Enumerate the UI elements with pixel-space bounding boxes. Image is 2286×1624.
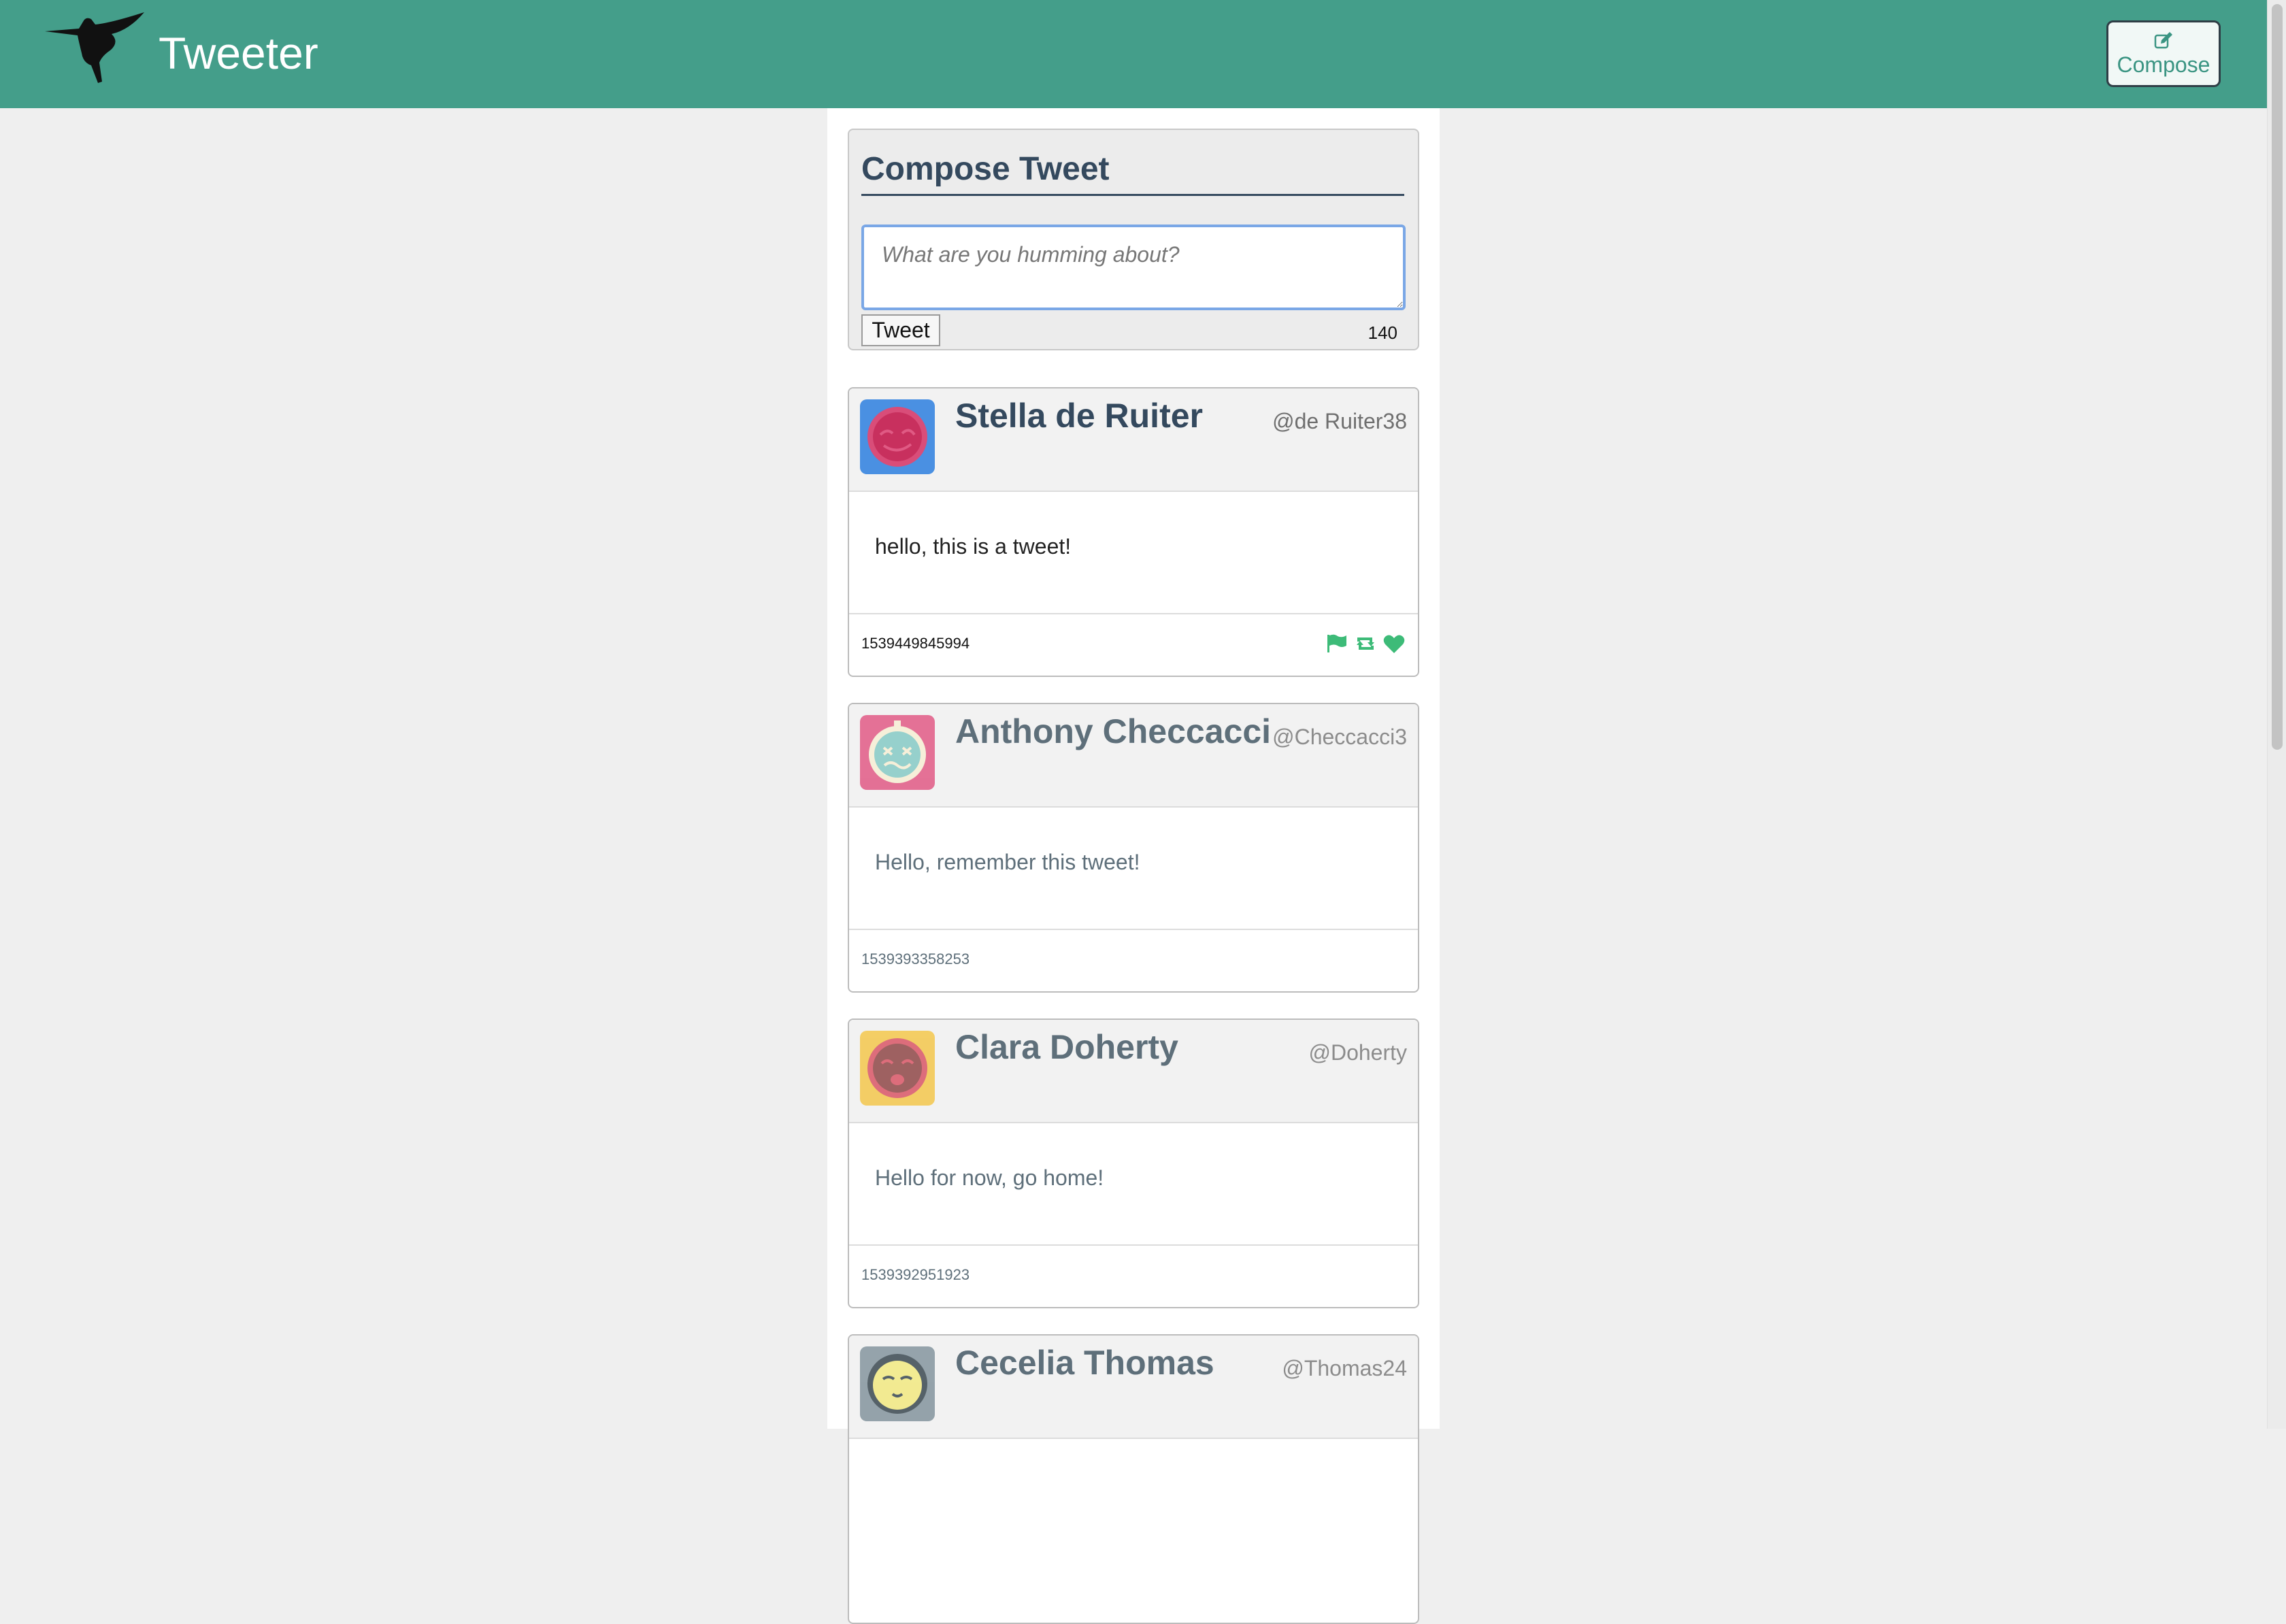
tweet-input[interactable]	[861, 225, 1406, 310]
heart-icon[interactable]	[1382, 632, 1406, 655]
main-container: Compose Tweet Tweet 140 Stella de Ruiter…	[827, 108, 1440, 1624]
tweet-author-name: Stella de Ruiter	[955, 397, 1203, 435]
tweet-author-name: Clara Doherty	[955, 1028, 1178, 1066]
char-counter: 140	[1368, 322, 1397, 343]
tweet-footer: 1539392951923	[849, 1244, 1418, 1307]
tweet-handle: @Doherty	[1308, 1040, 1407, 1065]
avatar	[860, 715, 935, 790]
compose-label: Compose	[2117, 52, 2210, 77]
flag-icon[interactable]	[1325, 632, 1348, 655]
compose-title: Compose Tweet	[861, 150, 1404, 196]
tweet-author-name: Anthony Checcacci	[955, 712, 1272, 750]
tweet-author-name: Cecelia Thomas	[955, 1344, 1214, 1382]
tweet-header: Cecelia Thomas @Thomas24	[849, 1336, 1418, 1439]
tweet-footer: 1539449845994	[849, 613, 1418, 676]
retweet-icon[interactable]	[1354, 632, 1377, 655]
edit-icon	[2154, 32, 2172, 49]
tweet-footer: 1539393358253	[849, 929, 1418, 991]
top-nav: Tweeter Compose	[0, 0, 2267, 108]
tweet-header: Clara Doherty @Doherty	[849, 1020, 1418, 1123]
tweet-header: Anthony Checcacci @Checcacci3	[849, 704, 1418, 808]
avatar	[860, 1031, 935, 1106]
tweet-handle: @de Ruiter38	[1272, 409, 1407, 433]
avatar	[860, 1346, 935, 1421]
tweet-card: Anthony Checcacci @Checcacci3 Hello, rem…	[848, 703, 1419, 993]
tweet-timestamp: 1539449845994	[861, 635, 970, 652]
tweet-handle: @Checcacci3	[1272, 725, 1407, 749]
tweet-card: Clara Doherty @Doherty Hello for now, go…	[848, 1018, 1419, 1308]
tweet-card: Stella de Ruiter @de Ruiter38 hello, thi…	[848, 387, 1419, 677]
tweet-actions	[1325, 632, 1406, 655]
avatar	[860, 399, 935, 474]
tweet-card: Cecelia Thomas @Thomas24	[848, 1334, 1419, 1624]
compose-button[interactable]: Compose	[2106, 20, 2221, 87]
tweet-text: Hello for now, go home!	[875, 1165, 1104, 1190]
tweet-header: Stella de Ruiter @de Ruiter38	[849, 388, 1418, 492]
hummingbird-icon	[45, 12, 144, 83]
tweet-text: hello, this is a tweet!	[875, 534, 1072, 559]
brand-title: Tweeter	[159, 28, 318, 78]
tweet-timestamp: 1539393358253	[861, 950, 970, 967]
page-scrollbar[interactable]	[2267, 0, 2286, 1429]
tweet-text: Hello, remember this tweet!	[875, 850, 1140, 874]
compose-panel: Compose Tweet Tweet 140	[848, 129, 1419, 350]
tweet-timestamp: 1539392951923	[861, 1266, 970, 1283]
tweet-button[interactable]: Tweet	[861, 314, 940, 346]
scrollbar-thumb[interactable]	[2272, 4, 2283, 750]
tweet-handle: @Thomas24	[1282, 1356, 1407, 1380]
